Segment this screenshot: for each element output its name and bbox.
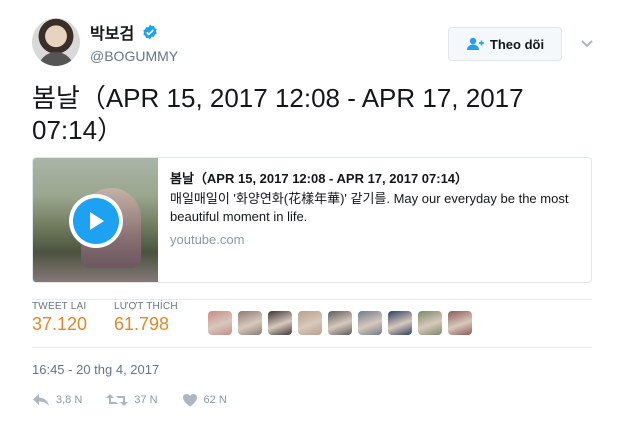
play-icon [90, 212, 104, 230]
retweets-stat[interactable]: TWEET LẠI 37.120 [32, 301, 87, 335]
liker-avatars [208, 311, 478, 335]
retweet-icon [106, 394, 129, 406]
play-button[interactable] [69, 194, 123, 248]
follow-button-label: Theo dõi [489, 36, 545, 52]
card-body: 봄날（APR 15, 2017 12:08 - APR 17, 2017 07:… [170, 170, 580, 247]
link-card[interactable]: 봄날（APR 15, 2017 12:08 - APR 17, 2017 07:… [32, 157, 592, 283]
tweet-header: 박보검 @BOGUMMY Theo dõi [32, 18, 602, 72]
reply-button[interactable]: 3,8 N [32, 393, 82, 407]
tweet-timestamp[interactable]: 16:45 - 20 thg 4, 2017 [32, 362, 159, 377]
retweet-button[interactable]: 37 N [106, 393, 158, 407]
liker-avatar[interactable] [238, 311, 262, 335]
chevron-down-icon[interactable] [580, 36, 594, 50]
liker-avatar[interactable] [298, 311, 322, 335]
card-thumbnail[interactable] [33, 158, 158, 282]
liker-avatar[interactable] [388, 311, 412, 335]
card-domain[interactable]: youtube.com [170, 232, 580, 247]
retweet-count: 37 N [134, 394, 158, 406]
liker-avatar[interactable] [208, 311, 232, 335]
card-description: 매일매일이 '화양연화(花樣年華)' 같기를. May our everyday… [170, 191, 569, 224]
liker-avatar[interactable] [358, 311, 382, 335]
liker-avatar[interactable] [268, 311, 292, 335]
likes-label: LƯỢT THÍCH [114, 301, 178, 312]
add-user-icon [466, 37, 484, 50]
follow-button[interactable]: Theo dõi [448, 27, 562, 61]
display-name[interactable]: 박보검 [90, 20, 134, 44]
divider [32, 299, 592, 300]
tweet-text: 봄날（APR 15, 2017 12:08 - APR 17, 2017 07:… [32, 83, 524, 145]
retweets-label: TWEET LẠI [32, 301, 87, 312]
likes-stat[interactable]: LƯỢT THÍCH 61.798 [114, 301, 178, 335]
user-name-block[interactable]: 박보검 @BOGUMMY [90, 20, 178, 64]
liker-avatar[interactable] [328, 311, 352, 335]
reply-icon [33, 394, 49, 406]
verified-badge-icon [142, 24, 157, 40]
like-button[interactable]: 62 N [182, 393, 227, 407]
reply-count: 3,8 N [56, 394, 83, 406]
liker-avatar[interactable] [418, 311, 442, 335]
divider [32, 347, 592, 348]
retweets-count: 37.120 [32, 314, 88, 334]
liker-avatar[interactable] [448, 311, 472, 335]
user-handle[interactable]: @BOGUMMY [90, 48, 178, 64]
like-count: 62 N [203, 394, 227, 406]
tweet-actions: 3,8 N 37 N 62 N [32, 393, 251, 407]
card-title[interactable]: 봄날（APR 15, 2017 12:08 - APR 17, 2017 07:… [170, 170, 580, 188]
tweet-stats: TWEET LẠI 37.120 LƯỢT THÍCH 61.798 [32, 301, 592, 345]
likes-count: 61.798 [114, 314, 170, 334]
heart-icon [182, 394, 197, 407]
user-avatar[interactable] [32, 18, 80, 66]
